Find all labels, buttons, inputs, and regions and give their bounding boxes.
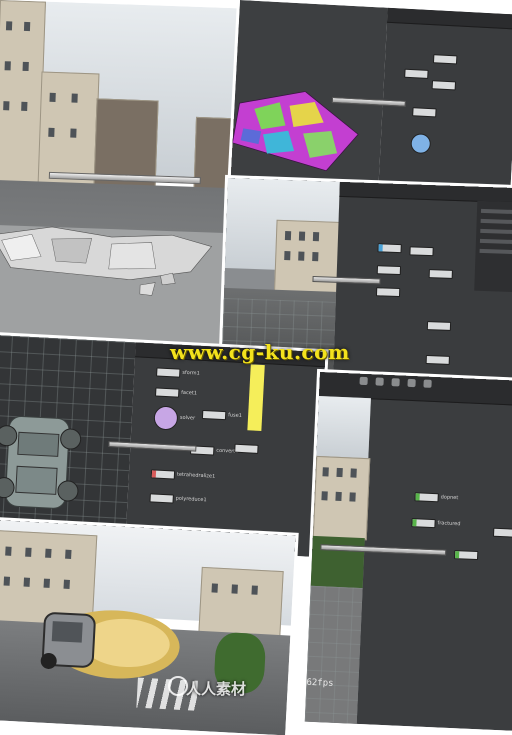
node-label: fractured bbox=[437, 520, 461, 528]
node-dopnet[interactable] bbox=[414, 492, 439, 503]
solver-node-icon[interactable] bbox=[153, 405, 179, 431]
node-label: solver bbox=[179, 414, 196, 422]
node[interactable] bbox=[377, 243, 402, 254]
node-fuse1[interactable] bbox=[201, 409, 227, 421]
node-polyreduce1[interactable] bbox=[149, 493, 174, 504]
node-graph[interactable]: sform1 facet1 fuse1 solver convert1 tetr… bbox=[125, 342, 326, 557]
site-logo-text: 人人素材 bbox=[186, 680, 247, 698]
building bbox=[274, 219, 341, 294]
street-photo-panel-1 bbox=[0, 0, 240, 349]
fps-readout: 62fps bbox=[306, 677, 334, 689]
node[interactable] bbox=[432, 54, 458, 65]
building bbox=[312, 455, 371, 541]
node-rbdobject[interactable] bbox=[492, 527, 512, 538]
parameter-panel bbox=[474, 200, 512, 293]
node-tetrahedralize1[interactable] bbox=[150, 469, 176, 480]
node[interactable] bbox=[376, 265, 402, 276]
street-photo-panel-5 bbox=[0, 520, 296, 735]
fractured-car-explosion bbox=[40, 610, 180, 679]
site-logo-icon bbox=[168, 676, 188, 696]
node-output[interactable] bbox=[453, 550, 479, 561]
sticky-note bbox=[247, 364, 265, 432]
node[interactable] bbox=[428, 269, 453, 279]
toolbar bbox=[387, 7, 512, 30]
node[interactable] bbox=[409, 246, 434, 257]
node-voronoi[interactable] bbox=[234, 443, 259, 454]
node-label: sform1 bbox=[182, 369, 200, 377]
node-facet1[interactable] bbox=[155, 387, 180, 398]
node[interactable] bbox=[375, 287, 401, 298]
node-label: fuse1 bbox=[227, 412, 243, 419]
node-label: tetrahedralize1 bbox=[176, 471, 216, 480]
node[interactable] bbox=[426, 321, 452, 331]
node[interactable] bbox=[412, 107, 437, 118]
node[interactable] bbox=[404, 68, 429, 79]
fractured-debris bbox=[0, 226, 213, 296]
houdini-panel-6: dopnet fractured 62fps bbox=[304, 372, 512, 732]
node-label: polyreduce1 bbox=[175, 495, 207, 504]
3d-viewport bbox=[230, 0, 398, 193]
wireframe-car-model bbox=[0, 415, 82, 509]
node[interactable] bbox=[425, 355, 450, 365]
watermark-text: www.cg-ku.com bbox=[170, 340, 350, 364]
node-label: facet1 bbox=[181, 389, 198, 397]
solver-node-icon[interactable] bbox=[410, 133, 432, 155]
houdini-panel-2 bbox=[230, 0, 512, 200]
node-sform1[interactable] bbox=[156, 367, 181, 378]
node[interactable] bbox=[431, 80, 457, 91]
node-fractured[interactable] bbox=[411, 518, 436, 529]
node-label: dopnet bbox=[440, 494, 459, 502]
